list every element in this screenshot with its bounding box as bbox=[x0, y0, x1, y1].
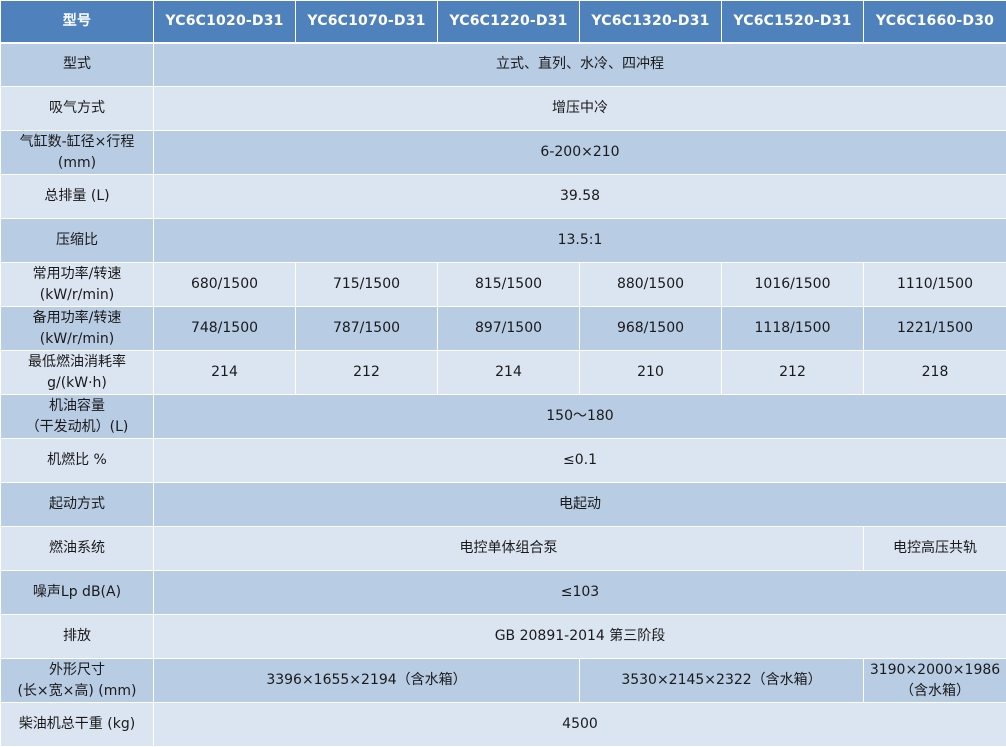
row-fuel-consumption: 最低燃油消耗率 g/(kW·h) 214 212 214 210 212 218 bbox=[0, 350, 1006, 395]
cell-value: 212 bbox=[721, 350, 864, 395]
cell-value: 748/1500 bbox=[153, 306, 296, 351]
row-label: 备用功率/转速 (kW/r/min) bbox=[0, 306, 154, 351]
cell-value: 1118/1500 bbox=[721, 306, 864, 351]
row-value: 增压中冷 bbox=[153, 86, 1006, 131]
row-value: 电控单体组合泵 bbox=[153, 526, 864, 571]
model-header: YC6C1020-D31 bbox=[153, 0, 296, 44]
row-label: 气缸数-缸径×行程 (mm) bbox=[0, 130, 154, 175]
cell-value-note: （含水箱） bbox=[900, 682, 970, 699]
row-emission: 排放 GB 20891-2014 第三阶段 bbox=[0, 614, 1006, 659]
row-value: ≤103 bbox=[153, 570, 1006, 615]
row-label: 常用功率/转速 (kW/r/min) bbox=[0, 262, 154, 307]
header-label: 型号 bbox=[0, 0, 154, 44]
row-oil-capacity: 机油容量 （干发动机）(L) 150～180 bbox=[0, 394, 1006, 439]
row-value: 13.5:1 bbox=[153, 218, 1006, 263]
row-value: 6-200×210 bbox=[153, 130, 1006, 175]
cell-value: 1016/1500 bbox=[721, 262, 864, 307]
cell-value: 715/1500 bbox=[295, 262, 438, 307]
cell-value: 1221/1500 bbox=[863, 306, 1006, 351]
row-label: 起动方式 bbox=[0, 482, 154, 527]
model-header: YC6C1660-D30 bbox=[863, 0, 1006, 44]
cell-value: 218 bbox=[863, 350, 1006, 395]
row-value: 39.58 bbox=[153, 174, 1006, 219]
row-oil-fuel-ratio: 机燃比 % ≤0.1 bbox=[0, 438, 1006, 483]
row-label: 型式 bbox=[0, 42, 154, 87]
row-cylinder: 气缸数-缸径×行程 (mm) 6-200×210 bbox=[0, 130, 1006, 175]
row-label: 噪声Lp dB(A) bbox=[0, 570, 154, 615]
row-standby-power: 备用功率/转速 (kW/r/min) 748/1500 787/1500 897… bbox=[0, 306, 1006, 351]
row-label-unit: (kW/r/min) bbox=[39, 330, 115, 347]
row-label: 最低燃油消耗率 g/(kW·h) bbox=[0, 350, 154, 395]
row-intake: 吸气方式 增压中冷 bbox=[0, 86, 1006, 131]
cell-value: 897/1500 bbox=[437, 306, 580, 351]
row-label: 吸气方式 bbox=[0, 86, 154, 131]
model-header: YC6C1520-D31 bbox=[721, 0, 864, 44]
row-value: ≤0.1 bbox=[153, 438, 1006, 483]
cell-value: 1110/1500 bbox=[863, 262, 1006, 307]
row-label-unit: （干发动机）(L) bbox=[25, 418, 129, 435]
row-label-line: 外形尺寸 bbox=[49, 661, 105, 678]
row-label-unit: (长×宽×高) (mm) bbox=[17, 682, 137, 699]
cell-value: 214 bbox=[437, 350, 580, 395]
row-label-line: 气缸数-缸径×行程 bbox=[19, 133, 135, 150]
row-label: 总排量 (L) bbox=[0, 174, 154, 219]
row-label-line: 常用功率/转速 bbox=[32, 265, 122, 282]
cell-value: 680/1500 bbox=[153, 262, 296, 307]
row-value: 150～180 bbox=[153, 394, 1006, 439]
row-label-unit: (mm) bbox=[57, 154, 97, 171]
row-value: 3530×2145×2322（含水箱） bbox=[579, 658, 864, 703]
cell-value: 214 bbox=[153, 350, 296, 395]
row-label: 机燃比 % bbox=[0, 438, 154, 483]
row-label: 燃油系统 bbox=[0, 526, 154, 571]
row-label-line: 最低燃油消耗率 bbox=[28, 353, 126, 370]
row-fuel-system: 燃油系统 电控单体组合泵 电控高压共轨 bbox=[0, 526, 1006, 571]
row-label-unit: (kW/r/min) bbox=[39, 286, 115, 303]
cell-value: 电控高压共轨 bbox=[863, 526, 1006, 571]
cell-value-line: 3190×2000×1986 bbox=[869, 661, 1001, 678]
cell-value: 815/1500 bbox=[437, 262, 580, 307]
cell-value: 212 bbox=[295, 350, 438, 395]
row-compression: 压缩比 13.5:1 bbox=[0, 218, 1006, 263]
row-label: 压缩比 bbox=[0, 218, 154, 263]
model-header: YC6C1220-D31 bbox=[437, 0, 580, 44]
cell-value: 3190×2000×1986 （含水箱） bbox=[863, 658, 1006, 703]
row-weight: 柴油机总干重 (kg) 4500 bbox=[0, 702, 1006, 747]
row-label: 外形尺寸 (长×宽×高) (mm) bbox=[0, 658, 154, 703]
row-start: 起动方式 电起动 bbox=[0, 482, 1006, 527]
row-noise: 噪声Lp dB(A) ≤103 bbox=[0, 570, 1006, 615]
row-label-line: 机油容量 bbox=[49, 397, 105, 414]
row-value: 立式、直列、水冷、四冲程 bbox=[153, 42, 1006, 87]
cell-value: 210 bbox=[579, 350, 722, 395]
row-type: 型式 立式、直列、水冷、四冲程 bbox=[0, 42, 1006, 87]
row-value: 3396×1655×2194（含水箱） bbox=[153, 658, 580, 703]
row-label: 机油容量 （干发动机）(L) bbox=[0, 394, 154, 439]
model-header: YC6C1070-D31 bbox=[295, 0, 438, 44]
model-header: YC6C1320-D31 bbox=[579, 0, 722, 44]
engine-spec-table: 型号 YC6C1020-D31 YC6C1070-D31 YC6C1220-D3… bbox=[0, 0, 1006, 747]
row-dimensions: 外形尺寸 (长×宽×高) (mm) 3396×1655×2194（含水箱） 35… bbox=[0, 658, 1006, 703]
row-label-unit: g/(kW·h) bbox=[47, 374, 107, 391]
cell-value: 880/1500 bbox=[579, 262, 722, 307]
row-label: 排放 bbox=[0, 614, 154, 659]
header-row: 型号 YC6C1020-D31 YC6C1070-D31 YC6C1220-D3… bbox=[0, 0, 1006, 44]
row-label: 柴油机总干重 (kg) bbox=[0, 702, 154, 747]
row-value: GB 20891-2014 第三阶段 bbox=[153, 614, 1006, 659]
cell-value: 787/1500 bbox=[295, 306, 438, 351]
row-value: 4500 bbox=[153, 702, 1006, 747]
row-value: 电起动 bbox=[153, 482, 1006, 527]
row-label-line: 备用功率/转速 bbox=[32, 309, 122, 326]
row-displacement: 总排量 (L) 39.58 bbox=[0, 174, 1006, 219]
cell-value: 968/1500 bbox=[579, 306, 722, 351]
row-prime-power: 常用功率/转速 (kW/r/min) 680/1500 715/1500 815… bbox=[0, 262, 1006, 307]
